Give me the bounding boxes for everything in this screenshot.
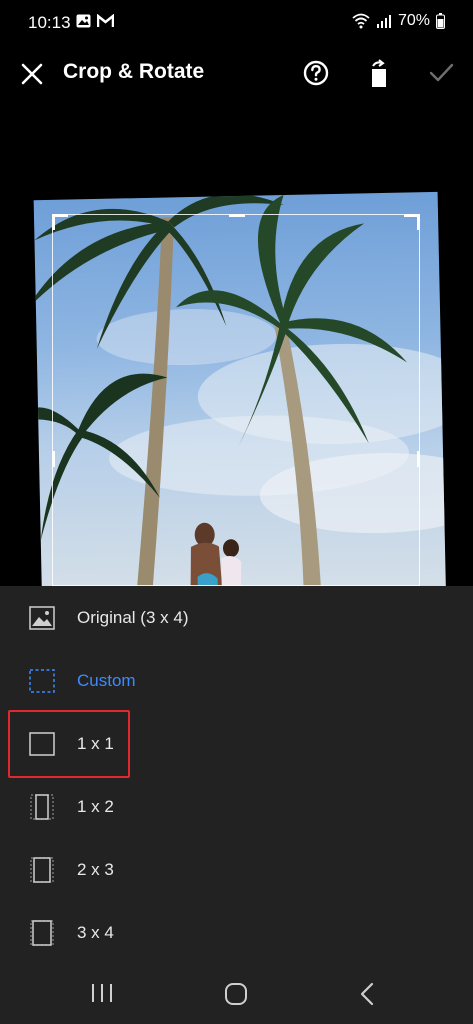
crop-handle-left-center[interactable] (52, 451, 55, 467)
top-app-bar: Crop & Rotate (0, 46, 473, 102)
aspect-option-label: 3 x 4 (77, 923, 114, 942)
rotate-icon[interactable] (365, 59, 393, 89)
portrait-3x4-icon (30, 920, 54, 946)
aspect-option-label: 2 x 3 (77, 860, 114, 879)
help-icon[interactable] (302, 59, 330, 87)
wifi-icon (352, 13, 370, 29)
recent-apps-icon[interactable] (90, 982, 114, 1004)
signal-icon (376, 15, 391, 28)
battery-percent: 70% (397, 12, 430, 29)
portrait-1x2-icon (30, 794, 54, 820)
crop-handle-top-right-v[interactable] (417, 214, 420, 230)
image-icon (29, 606, 55, 630)
close-icon[interactable] (18, 60, 46, 88)
system-nav-bar (0, 962, 473, 1024)
aspect-ratio-sheet: Original (3 x 4) Custom 1 x 1 1 x 2 2 x … (0, 586, 473, 962)
check-icon[interactable] (427, 59, 455, 87)
crop-handle-top-left-v[interactable] (52, 214, 55, 230)
aspect-option-label: Original (3 x 4) (77, 608, 189, 627)
crop-frame[interactable] (52, 214, 420, 586)
aspect-option-original[interactable]: Original (3 x 4) (0, 586, 473, 649)
battery-icon (436, 13, 445, 29)
status-time: 10:13 (28, 13, 71, 32)
gmail-icon (97, 14, 114, 27)
page-title: Crop & Rotate (63, 60, 205, 83)
dashed-square-icon (29, 669, 55, 693)
back-icon[interactable] (358, 982, 376, 1006)
aspect-option-3x4[interactable]: 3 x 4 (0, 901, 473, 964)
aspect-option-1x2[interactable]: 1 x 2 (0, 775, 473, 838)
highlight-box (8, 710, 130, 778)
gallery-icon (76, 14, 91, 28)
home-icon[interactable] (224, 982, 248, 1006)
aspect-option-label: Custom (77, 671, 136, 690)
aspect-option-label: 1 x 2 (77, 797, 114, 816)
aspect-option-custom[interactable]: Custom (0, 649, 473, 712)
portrait-2x3-icon (30, 857, 54, 883)
crop-handle-right-center[interactable] (417, 451, 420, 467)
photo-canvas[interactable] (0, 102, 473, 586)
aspect-option-2x3[interactable]: 2 x 3 (0, 838, 473, 901)
crop-handle-top-center[interactable] (229, 214, 245, 217)
status-bar: 10:13 70% (0, 0, 473, 46)
